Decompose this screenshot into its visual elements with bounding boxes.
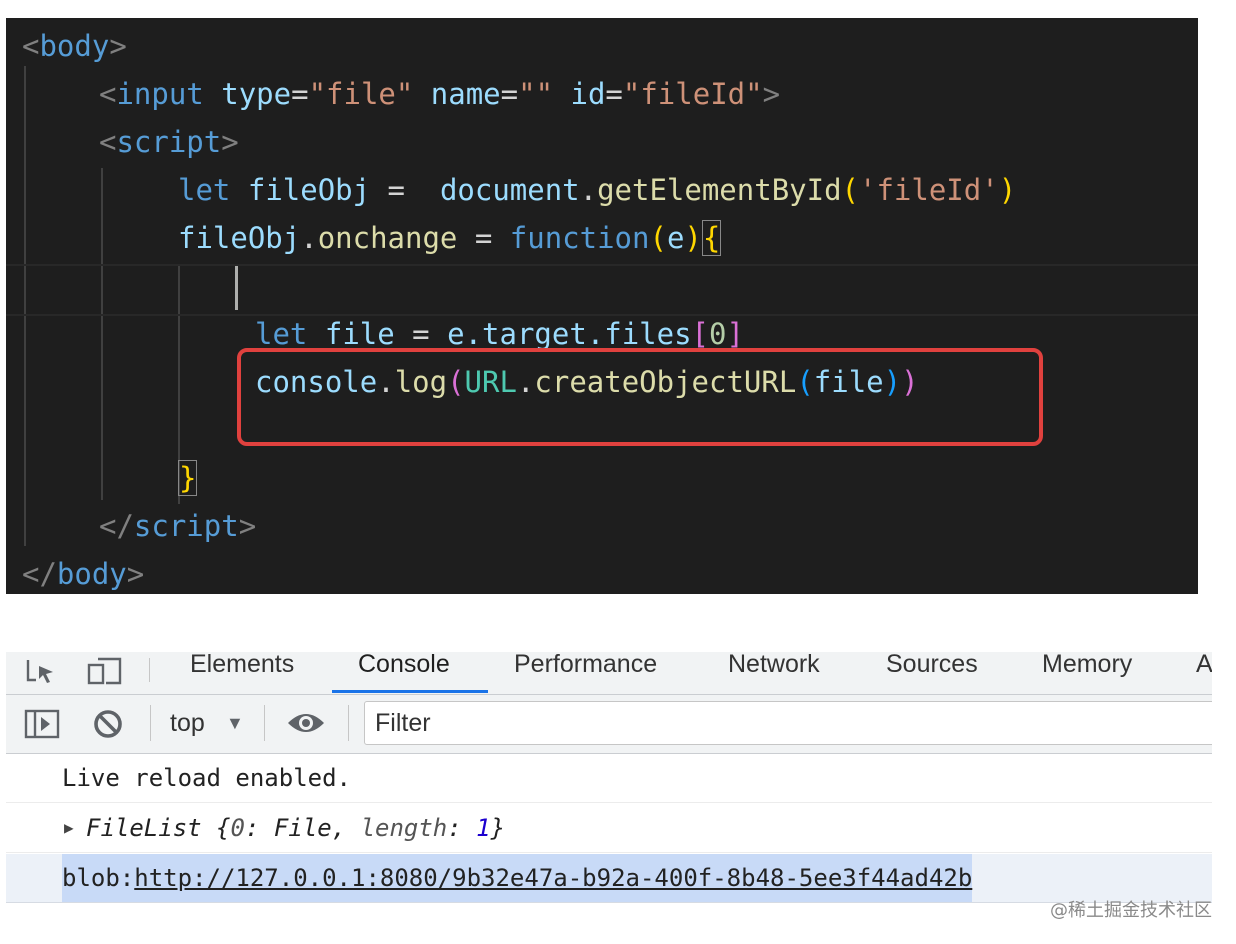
code-line: <body> [22,29,127,63]
console-message[interactable]: ▶ FileList {0: File, length: 1} [6,804,1212,853]
live-expression-eye-icon[interactable] [286,709,326,742]
code-token: body [39,29,110,63]
code-line: fileObj.onchange = function(e){ [178,220,722,256]
tab-sources[interactable]: Sources [886,652,978,694]
devtools-tabbar: Elements Console Performance Network Sou… [6,652,1212,695]
watermark: @稀土掘金技术社区 [1050,900,1212,921]
code-line: <input type="file" name="" id="fileId"> [99,77,781,111]
console-blob-url: blob:http://127.0.0.1:8080/9b32e47a-b92a… [62,854,973,902]
tab-elements[interactable]: Elements [190,652,294,694]
code-line: let fileObj = document.getElementById('f… [178,173,1017,207]
device-toolbar-icon[interactable] [86,656,122,686]
console-toolbar: top ▼ [6,695,1212,754]
devtools-panel: Elements Console Performance Network Sou… [6,652,1212,944]
code-editor[interactable]: <body> <input type="file" name="" id="fi… [6,18,1198,594]
dropdown-arrow-icon[interactable]: ▼ [226,713,244,734]
console-object-preview[interactable]: FileList {0: File, length: 1} [86,804,505,852]
code-line: </script> [99,509,257,543]
tab-application[interactable]: A [1196,652,1212,694]
tab-console[interactable]: Console [358,652,450,694]
current-line-highlight [6,264,1198,316]
text-cursor [235,266,238,310]
expand-triangle-icon[interactable]: ▶ [64,804,74,852]
inspect-element-icon[interactable] [24,656,54,686]
toolbar-divider [264,705,265,741]
toolbar-divider [150,705,151,741]
highlight-annotation-box [237,348,1043,446]
code-line: } [178,460,198,496]
tab-network[interactable]: Network [728,652,820,694]
sidebar-toggle-icon[interactable] [24,709,60,744]
console-message: blob:http://127.0.0.1:8080/9b32e47a-b92a… [6,854,1212,903]
toolbar-divider [348,705,349,741]
code-line: <script> [99,125,239,159]
indent-guide [101,168,103,500]
execution-context-select[interactable]: top [170,709,205,738]
code-line: </body> [22,557,145,591]
console-message-text: Live reload enabled. [62,764,351,792]
active-tab-indicator [332,690,488,693]
tab-divider [149,658,150,682]
blob-url-link[interactable]: http://127.0.0.1:8080/9b32e47a-b92a-400f… [134,864,972,892]
filter-input[interactable] [364,701,1212,745]
tab-performance[interactable]: Performance [514,652,657,694]
console-message: Live reload enabled. [6,754,1212,803]
clear-console-icon[interactable] [92,708,124,745]
tab-memory[interactable]: Memory [1042,652,1132,694]
